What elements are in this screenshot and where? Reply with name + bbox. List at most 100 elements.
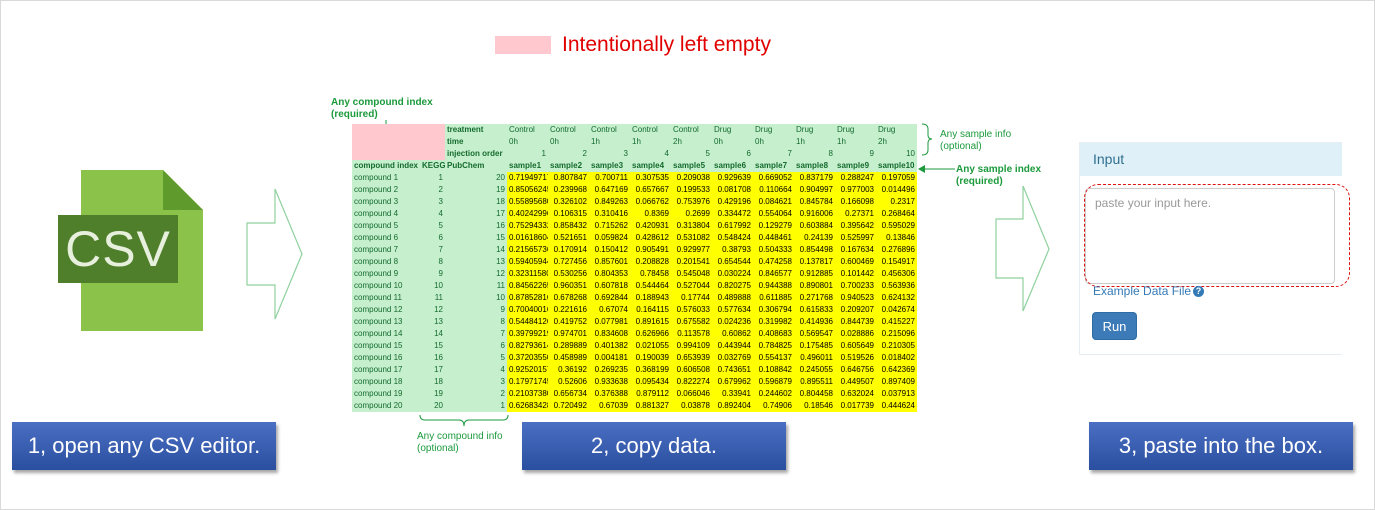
value-cell: 0.288247 xyxy=(835,172,876,184)
value-cell: 0.595029 xyxy=(876,220,917,232)
compound-index-cell: compound 15 xyxy=(352,340,420,352)
sample-info-cell: 0h xyxy=(755,137,764,146)
compound-info-cell: 17 xyxy=(445,208,507,220)
step-2-label: 2, copy data. xyxy=(522,422,786,470)
value-cell: 0.244602 xyxy=(753,388,794,400)
value-cell: 0.596879 xyxy=(753,376,794,388)
value-cell: 0.201541 xyxy=(671,256,712,268)
table-row: compound 77140.2156573650.1709140.150412… xyxy=(352,244,917,256)
value-cell: 0.108842 xyxy=(753,364,794,376)
sample-info-row: treatment Control Control Control Control Con… xyxy=(352,124,917,136)
value-cell: 0.929639 xyxy=(712,172,753,184)
value-cell: 0.028886 xyxy=(835,328,876,340)
compound-info-cell: 1 xyxy=(420,172,445,184)
column-header: sample4 xyxy=(630,160,671,172)
sample-info-cell: 2 xyxy=(582,149,587,158)
table-row: compound 88130.5940594420.7274560.857601… xyxy=(352,256,917,268)
column-header: sample7 xyxy=(753,160,794,172)
value-cell: 0.752943329 xyxy=(507,220,548,232)
compound-info-cell: 17 xyxy=(420,364,445,376)
compound-info-cell: 7 xyxy=(420,244,445,256)
compound-info-cell: 19 xyxy=(445,184,507,196)
compound-info-cell: 11 xyxy=(445,280,507,292)
value-cell: 0.554137 xyxy=(753,352,794,364)
compound-info-cell: 12 xyxy=(445,268,507,280)
sample-info-label: time xyxy=(447,137,464,146)
value-cell: 0.857601 xyxy=(589,256,630,268)
compound-info-cell: 9 xyxy=(445,304,507,316)
value-cell: 0.720492 xyxy=(548,400,589,412)
sample-info-label: treatment xyxy=(447,125,484,134)
table-row: compound 141470.3979921940.9747010.83460… xyxy=(352,328,917,340)
table-row: compound 66150.0161860420.5216510.059824… xyxy=(352,232,917,244)
value-cell: 0.190039 xyxy=(630,352,671,364)
value-cell: 0.669052 xyxy=(753,172,794,184)
value-cell: 0.569547 xyxy=(794,328,835,340)
value-cell: 0.647169 xyxy=(589,184,630,196)
value-cell: 0.456306 xyxy=(876,268,917,280)
value-cell: 0.67074 xyxy=(589,304,630,316)
compound-info-cell: 1 xyxy=(445,400,507,412)
value-cell: 0.845784 xyxy=(794,196,835,208)
empty-cell xyxy=(352,136,445,148)
question-circle-icon[interactable]: ? xyxy=(1193,286,1205,298)
value-cell: 0.67039 xyxy=(589,400,630,412)
value-cell: 0.414936 xyxy=(794,316,835,328)
sample-info-cell: Control xyxy=(591,125,617,134)
sample-info-row: injection order 1 2 3 4 5 6 7 8 9 10 xyxy=(352,148,917,160)
value-cell: 0.03878 xyxy=(671,400,712,412)
value-cell: 0.084621 xyxy=(753,196,794,208)
value-cell: 0.268464 xyxy=(876,208,917,220)
compound-index-cell: compound 20 xyxy=(352,400,420,412)
value-cell: 0.897409 xyxy=(876,376,917,388)
compound-info-cell: 14 xyxy=(420,328,445,340)
value-cell: 0.489888 xyxy=(712,292,753,304)
value-cell: 0.554064 xyxy=(753,208,794,220)
value-cell: 0.077981 xyxy=(589,316,630,328)
sample-info-cell: 5 xyxy=(705,149,710,158)
value-cell: 0.850562452 xyxy=(507,184,548,196)
sample-info-cell: 0h xyxy=(550,137,559,146)
sample-info-cell: Drug xyxy=(796,125,814,134)
compound-index-cell: compound 17 xyxy=(352,364,420,376)
value-cell: 0.269235 xyxy=(589,364,630,376)
value-cell: 0.624132 xyxy=(876,292,917,304)
compound-info-cell: 8 xyxy=(420,256,445,268)
compound-info-cell: 10 xyxy=(445,292,507,304)
value-cell: 0.626834284 xyxy=(507,400,548,412)
value-cell: 0.916006 xyxy=(794,208,835,220)
example-data-link[interactable]: Example Data File? xyxy=(1093,284,1205,298)
value-cell: 0.415227 xyxy=(876,316,917,328)
value-cell: 0.753976 xyxy=(671,196,712,208)
value-cell: 0.458989 xyxy=(548,352,589,364)
value-cell: 0.700711 xyxy=(589,172,630,184)
run-button[interactable]: Run xyxy=(1092,312,1137,340)
right-arrow-icon xyxy=(995,185,1050,312)
compound-info-cell: 10 xyxy=(420,280,445,292)
value-cell: 0.032769 xyxy=(712,352,753,364)
value-cell: 0.605649 xyxy=(835,340,876,352)
value-cell: 0.24139 xyxy=(794,232,835,244)
left-arrow-icon xyxy=(918,165,955,173)
value-cell: 0.827936147 xyxy=(507,340,548,352)
compound-info-cell: 6 xyxy=(420,232,445,244)
value-cell: 0.221616 xyxy=(548,304,589,316)
sample-info-cell: 0h xyxy=(509,137,518,146)
sample-info-cell: Drug xyxy=(837,125,855,134)
value-cell: 0.653939 xyxy=(671,352,712,364)
value-cell: 0.632024 xyxy=(835,388,876,400)
value-cell: 0.563936 xyxy=(876,280,917,292)
value-cell: 0.021055 xyxy=(630,340,671,352)
spreadsheet[interactable]: treatment Control Control Control Control Con… xyxy=(352,124,917,412)
value-cell: 0.577634 xyxy=(712,304,753,316)
value-cell: 0.014496 xyxy=(876,184,917,196)
value-cell: 0.36192 xyxy=(548,364,589,376)
value-cell: 0.319982 xyxy=(753,316,794,328)
sample-info-cell: 0h xyxy=(714,137,723,146)
value-cell: 0.834608 xyxy=(589,328,630,340)
value-cell: 0.837179 xyxy=(794,172,835,184)
value-cell: 0.066762 xyxy=(630,196,671,208)
value-cell: 0.313804 xyxy=(671,220,712,232)
value-cell: 0.858432 xyxy=(548,220,589,232)
value-cell: 0.646756 xyxy=(835,364,876,376)
